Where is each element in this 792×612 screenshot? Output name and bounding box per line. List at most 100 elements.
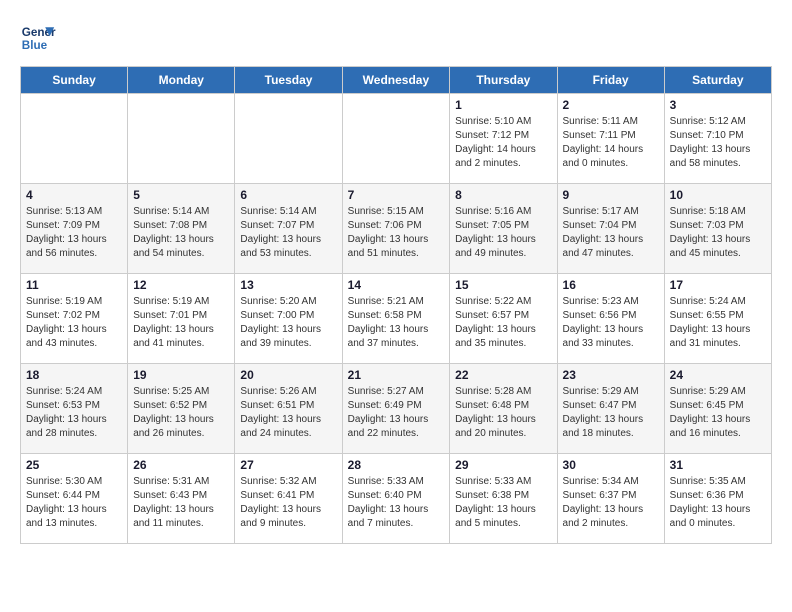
day-number: 10 bbox=[670, 188, 766, 202]
day-info: Sunrise: 5:28 AM Sunset: 6:48 PM Dayligh… bbox=[455, 385, 551, 441]
calendar-cell bbox=[128, 94, 235, 184]
calendar-cell: 27 Sunrise: 5:32 AM Sunset: 6:41 PM Dayli… bbox=[235, 454, 342, 544]
calendar-cell: 15 Sunrise: 5:22 AM Sunset: 6:57 PM Dayli… bbox=[450, 274, 557, 364]
header: General Blue bbox=[20, 20, 772, 56]
day-info: Sunrise: 5:32 AM Sunset: 6:41 PM Dayligh… bbox=[240, 475, 336, 531]
calendar-cell bbox=[235, 94, 342, 184]
calendar-week-row: 1 Sunrise: 5:10 AM Sunset: 7:12 PM Daylig… bbox=[21, 94, 772, 184]
day-info: Sunrise: 5:14 AM Sunset: 7:07 PM Dayligh… bbox=[240, 205, 336, 261]
day-number: 24 bbox=[670, 368, 766, 382]
day-info: Sunrise: 5:33 AM Sunset: 6:40 PM Dayligh… bbox=[348, 475, 445, 531]
day-number: 7 bbox=[348, 188, 445, 202]
calendar-cell: 29 Sunrise: 5:33 AM Sunset: 6:38 PM Dayli… bbox=[450, 454, 557, 544]
calendar-cell: 5Sunrise: 5:14 AM Sunset: 7:08 PM Daylig… bbox=[128, 184, 235, 274]
calendar-cell: 23 Sunrise: 5:29 AM Sunset: 6:47 PM Dayli… bbox=[557, 364, 664, 454]
day-number: 29 bbox=[455, 458, 551, 472]
calendar-cell: 16 Sunrise: 5:23 AM Sunset: 6:56 PM Dayli… bbox=[557, 274, 664, 364]
day-number: 31 bbox=[670, 458, 766, 472]
calendar-cell: 22 Sunrise: 5:28 AM Sunset: 6:48 PM Dayli… bbox=[450, 364, 557, 454]
calendar-cell: 21Sunrise: 5:27 AM Sunset: 6:49 PM Dayli… bbox=[342, 364, 450, 454]
day-number: 27 bbox=[240, 458, 336, 472]
day-number: 15 bbox=[455, 278, 551, 292]
calendar-table: SundayMondayTuesdayWednesdayThursdayFrid… bbox=[20, 66, 772, 544]
weekday-label: Friday bbox=[557, 67, 664, 94]
day-number: 23 bbox=[563, 368, 659, 382]
day-number: 16 bbox=[563, 278, 659, 292]
day-number: 12 bbox=[133, 278, 229, 292]
svg-text:Blue: Blue bbox=[22, 39, 48, 52]
calendar-cell: 28Sunrise: 5:33 AM Sunset: 6:40 PM Dayli… bbox=[342, 454, 450, 544]
day-info: Sunrise: 5:15 AM Sunset: 7:06 PM Dayligh… bbox=[348, 205, 445, 261]
calendar-cell: 24 Sunrise: 5:29 AM Sunset: 6:45 PM Dayli… bbox=[664, 364, 771, 454]
day-info: Sunrise: 5:30 AM Sunset: 6:44 PM Dayligh… bbox=[26, 475, 122, 531]
day-number: 4 bbox=[26, 188, 122, 202]
day-number: 19 bbox=[133, 368, 229, 382]
day-number: 5 bbox=[133, 188, 229, 202]
day-number: 22 bbox=[455, 368, 551, 382]
calendar-cell: 12 Sunrise: 5:19 AM Sunset: 7:01 PM Dayli… bbox=[128, 274, 235, 364]
day-number: 26 bbox=[133, 458, 229, 472]
calendar-cell: 8 Sunrise: 5:16 AM Sunset: 7:05 PM Daylig… bbox=[450, 184, 557, 274]
day-info: Sunrise: 5:26 AM Sunset: 6:51 PM Dayligh… bbox=[240, 385, 336, 441]
calendar-cell: 31 Sunrise: 5:35 AM Sunset: 6:36 PM Dayli… bbox=[664, 454, 771, 544]
calendar-week-row: 11 Sunrise: 5:19 AM Sunset: 7:02 PM Dayli… bbox=[21, 274, 772, 364]
day-info: Sunrise: 5:21 AM Sunset: 6:58 PM Dayligh… bbox=[348, 295, 445, 351]
day-info: Sunrise: 5:33 AM Sunset: 6:38 PM Dayligh… bbox=[455, 475, 551, 531]
calendar-cell: 1 Sunrise: 5:10 AM Sunset: 7:12 PM Daylig… bbox=[450, 94, 557, 184]
day-info: Sunrise: 5:27 AM Sunset: 6:49 PM Dayligh… bbox=[348, 385, 445, 441]
day-number: 8 bbox=[455, 188, 551, 202]
day-info: Sunrise: 5:35 AM Sunset: 6:36 PM Dayligh… bbox=[670, 475, 766, 531]
calendar-cell: 18Sunrise: 5:24 AM Sunset: 6:53 PM Dayli… bbox=[21, 364, 128, 454]
day-number: 18 bbox=[26, 368, 122, 382]
day-info: Sunrise: 5:10 AM Sunset: 7:12 PM Dayligh… bbox=[455, 115, 551, 171]
calendar-cell: 6Sunrise: 5:14 AM Sunset: 7:07 PM Daylig… bbox=[235, 184, 342, 274]
day-number: 20 bbox=[240, 368, 336, 382]
calendar-cell: 4 Sunrise: 5:13 AM Sunset: 7:09 PM Daylig… bbox=[21, 184, 128, 274]
weekday-label: Wednesday bbox=[342, 67, 450, 94]
calendar-cell: 13Sunrise: 5:20 AM Sunset: 7:00 PM Dayli… bbox=[235, 274, 342, 364]
weekday-label: Tuesday bbox=[235, 67, 342, 94]
weekday-label: Thursday bbox=[450, 67, 557, 94]
day-info: Sunrise: 5:19 AM Sunset: 7:02 PM Dayligh… bbox=[26, 295, 122, 351]
calendar-week-row: 18Sunrise: 5:24 AM Sunset: 6:53 PM Dayli… bbox=[21, 364, 772, 454]
day-info: Sunrise: 5:34 AM Sunset: 6:37 PM Dayligh… bbox=[563, 475, 659, 531]
day-info: Sunrise: 5:20 AM Sunset: 7:00 PM Dayligh… bbox=[240, 295, 336, 351]
weekday-label: Sunday bbox=[21, 67, 128, 94]
calendar-cell: 11 Sunrise: 5:19 AM Sunset: 7:02 PM Dayli… bbox=[21, 274, 128, 364]
calendar-cell: 25Sunrise: 5:30 AM Sunset: 6:44 PM Dayli… bbox=[21, 454, 128, 544]
calendar-cell bbox=[342, 94, 450, 184]
day-info: Sunrise: 5:29 AM Sunset: 6:45 PM Dayligh… bbox=[670, 385, 766, 441]
weekday-header-row: SundayMondayTuesdayWednesdayThursdayFrid… bbox=[21, 67, 772, 94]
calendar-cell: 10 Sunrise: 5:18 AM Sunset: 7:03 PM Dayli… bbox=[664, 184, 771, 274]
day-info: Sunrise: 5:11 AM Sunset: 7:11 PM Dayligh… bbox=[563, 115, 659, 171]
day-info: Sunrise: 5:12 AM Sunset: 7:10 PM Dayligh… bbox=[670, 115, 766, 171]
calendar-body: 1 Sunrise: 5:10 AM Sunset: 7:12 PM Daylig… bbox=[21, 94, 772, 544]
calendar-cell: 14 Sunrise: 5:21 AM Sunset: 6:58 PM Dayli… bbox=[342, 274, 450, 364]
day-info: Sunrise: 5:25 AM Sunset: 6:52 PM Dayligh… bbox=[133, 385, 229, 441]
day-number: 3 bbox=[670, 98, 766, 112]
day-info: Sunrise: 5:18 AM Sunset: 7:03 PM Dayligh… bbox=[670, 205, 766, 261]
day-info: Sunrise: 5:22 AM Sunset: 6:57 PM Dayligh… bbox=[455, 295, 551, 351]
calendar-cell: 9Sunrise: 5:17 AM Sunset: 7:04 PM Daylig… bbox=[557, 184, 664, 274]
calendar-cell: 20 Sunrise: 5:26 AM Sunset: 6:51 PM Dayli… bbox=[235, 364, 342, 454]
day-info: Sunrise: 5:13 AM Sunset: 7:09 PM Dayligh… bbox=[26, 205, 122, 261]
calendar-cell: 17Sunrise: 5:24 AM Sunset: 6:55 PM Dayli… bbox=[664, 274, 771, 364]
day-info: Sunrise: 5:16 AM Sunset: 7:05 PM Dayligh… bbox=[455, 205, 551, 261]
calendar-cell bbox=[21, 94, 128, 184]
calendar-cell: 30Sunrise: 5:34 AM Sunset: 6:37 PM Dayli… bbox=[557, 454, 664, 544]
day-number: 1 bbox=[455, 98, 551, 112]
day-number: 14 bbox=[348, 278, 445, 292]
calendar-cell: 7 Sunrise: 5:15 AM Sunset: 7:06 PM Daylig… bbox=[342, 184, 450, 274]
day-number: 11 bbox=[26, 278, 122, 292]
day-number: 17 bbox=[670, 278, 766, 292]
weekday-label: Saturday bbox=[664, 67, 771, 94]
day-number: 2 bbox=[563, 98, 659, 112]
calendar-cell: 3 Sunrise: 5:12 AM Sunset: 7:10 PM Daylig… bbox=[664, 94, 771, 184]
day-info: Sunrise: 5:23 AM Sunset: 6:56 PM Dayligh… bbox=[563, 295, 659, 351]
day-info: Sunrise: 5:29 AM Sunset: 6:47 PM Dayligh… bbox=[563, 385, 659, 441]
weekday-label: Monday bbox=[128, 67, 235, 94]
day-info: Sunrise: 5:19 AM Sunset: 7:01 PM Dayligh… bbox=[133, 295, 229, 351]
calendar-cell: 26Sunrise: 5:31 AM Sunset: 6:43 PM Dayli… bbox=[128, 454, 235, 544]
logo-icon: General Blue bbox=[20, 20, 56, 56]
logo: General Blue bbox=[20, 20, 56, 56]
